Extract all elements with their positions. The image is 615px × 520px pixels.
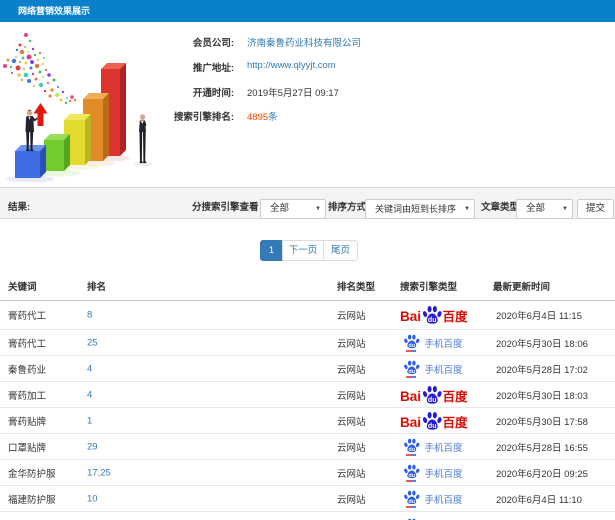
svg-text:Bai: Bai (400, 389, 421, 404)
svg-text:手机百度: 手机百度 (425, 364, 464, 376)
svg-text:百度: 百度 (443, 389, 469, 404)
svg-text:du: du (408, 342, 415, 348)
svg-text:du: du (428, 420, 437, 429)
svg-text:du: du (428, 394, 437, 403)
svg-text:du: du (408, 498, 415, 504)
svg-text:du: du (408, 472, 415, 478)
svg-text:Bai: Bai (400, 415, 421, 430)
svg-text:du: du (428, 315, 437, 324)
svg-text:手机百度: 手机百度 (425, 338, 464, 350)
svg-text:手机百度: 手机百度 (425, 442, 464, 454)
svg-text:百度: 百度 (443, 309, 469, 324)
svg-text:Bai: Bai (400, 309, 421, 324)
svg-text:du: du (408, 446, 415, 452)
svg-text:百度: 百度 (443, 415, 469, 430)
svg-text:手机百度: 手机百度 (425, 468, 464, 480)
svg-text:du: du (408, 368, 415, 374)
svg-text:手机百度: 手机百度 (425, 494, 464, 506)
